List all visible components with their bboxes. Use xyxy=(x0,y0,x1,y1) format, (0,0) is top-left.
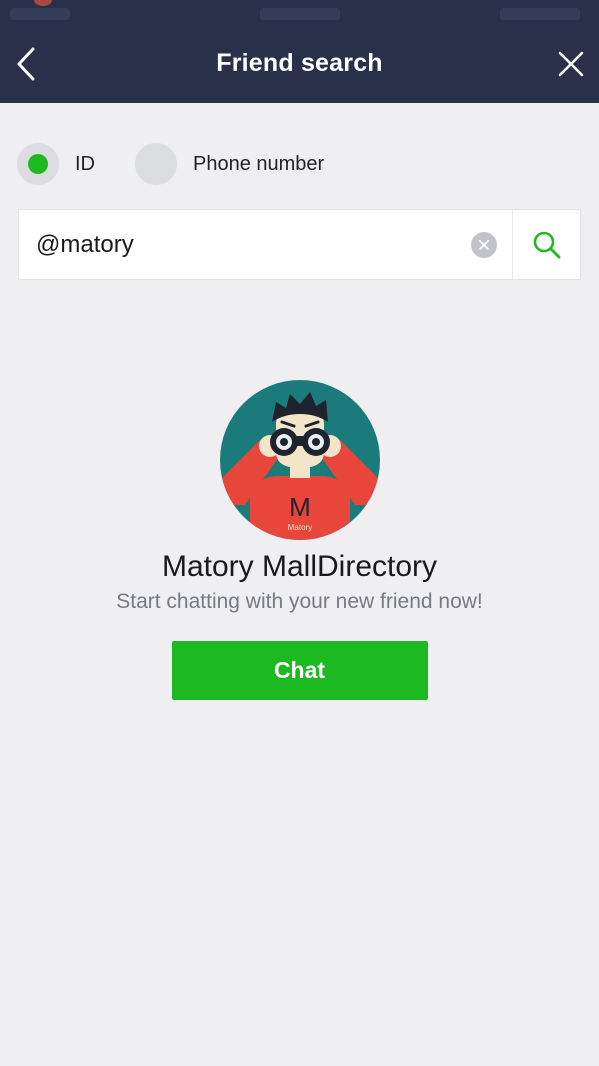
radio-button-phone[interactable] xyxy=(135,143,177,185)
status-battery xyxy=(500,8,580,20)
clear-button[interactable] xyxy=(471,231,497,258)
close-icon xyxy=(558,51,584,77)
radio-button-id[interactable] xyxy=(17,143,59,185)
clear-icon xyxy=(479,239,489,250)
radio-selected-dot xyxy=(28,154,48,174)
search-icon xyxy=(533,231,560,258)
avatar: M Matory xyxy=(219,380,380,540)
search-bar xyxy=(18,209,581,280)
back-button[interactable] xyxy=(8,44,44,84)
close-button[interactable] xyxy=(553,46,589,82)
avatar-binoculars-man-icon: M Matory xyxy=(219,380,380,540)
avatar-caption: Matory xyxy=(287,523,311,532)
radio-option-phone[interactable]: Phone number xyxy=(135,143,324,185)
profile-name: Matory MallDirectory xyxy=(161,550,438,583)
profile-subtitle: Start chatting with your new friend now! xyxy=(116,590,483,613)
radio-label-id: ID xyxy=(75,152,95,175)
chat-button[interactable]: Chat xyxy=(171,641,428,700)
search-result: M Matory Matory MallDirectory Start chat… xyxy=(0,380,599,700)
status-notification-dot xyxy=(34,0,52,6)
nav-bar: Friend search xyxy=(0,24,599,103)
status-bar xyxy=(0,0,599,24)
chevron-left-icon xyxy=(17,47,35,81)
page-title: Friend search xyxy=(216,49,383,77)
avatar-letter: M xyxy=(289,492,311,522)
search-type-selector: ID Phone number xyxy=(17,142,324,186)
status-carrier xyxy=(10,8,70,20)
radio-label-phone: Phone number xyxy=(193,152,325,175)
radio-option-id[interactable]: ID xyxy=(17,143,95,185)
search-input[interactable] xyxy=(19,210,471,279)
status-time xyxy=(260,8,340,20)
search-button[interactable] xyxy=(512,210,580,279)
